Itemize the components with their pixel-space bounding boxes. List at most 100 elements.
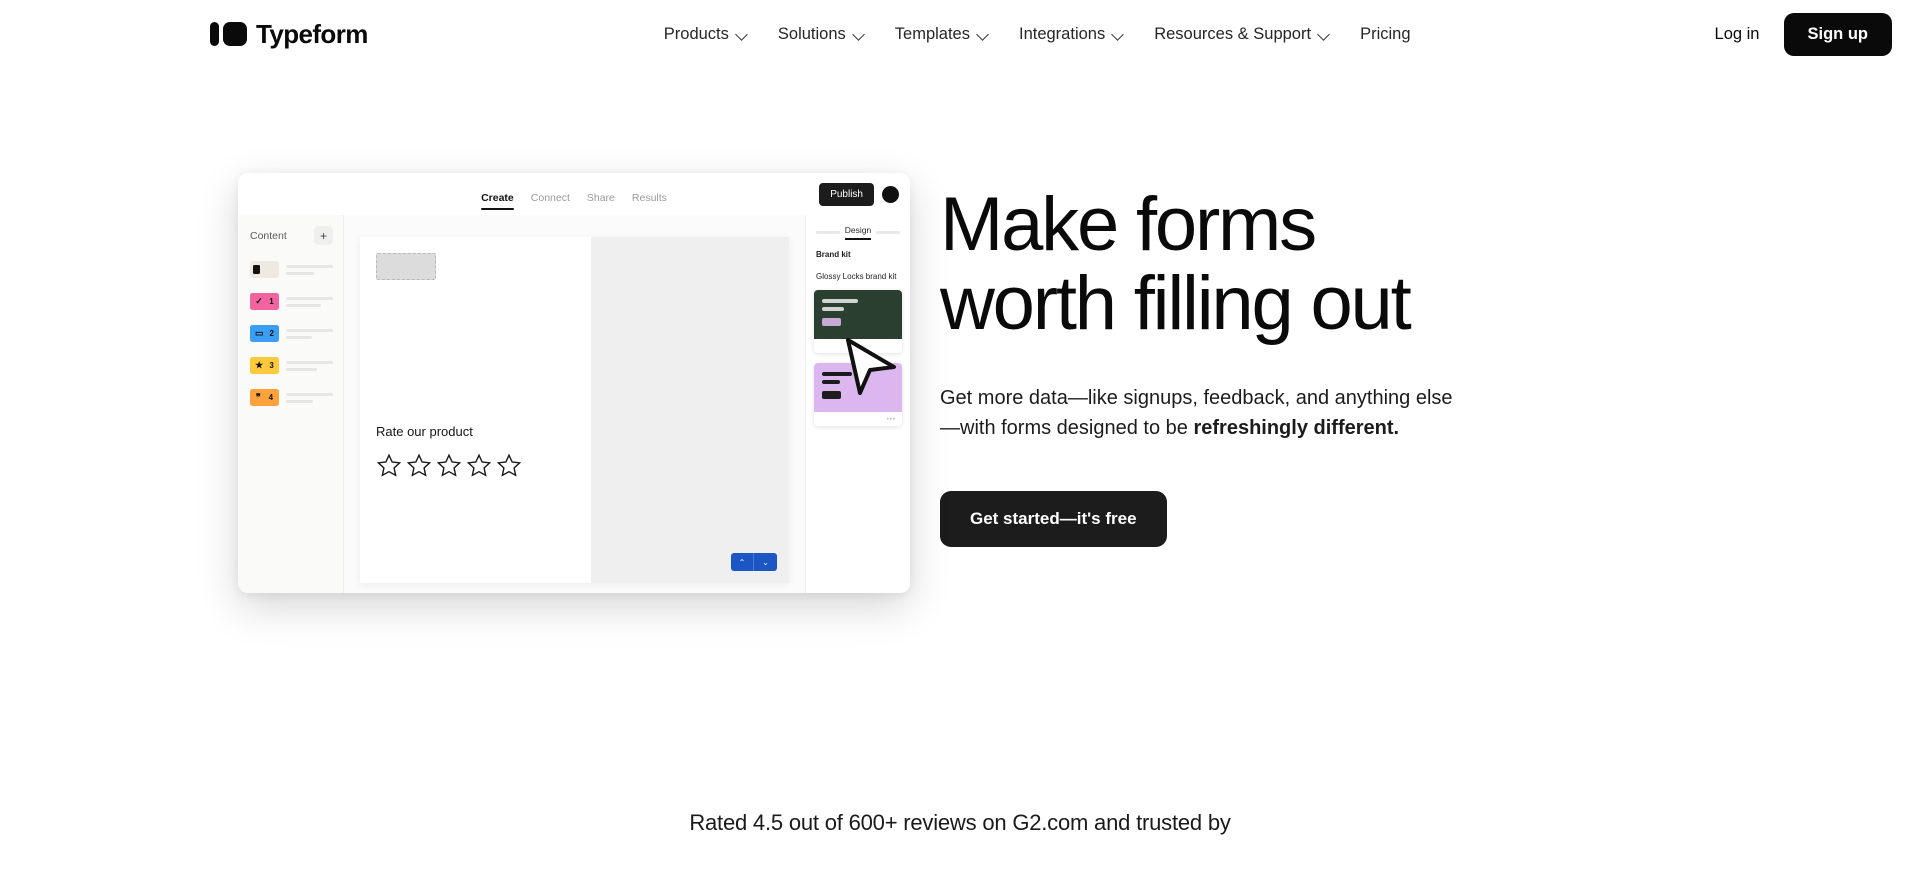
canvas-nav-arrows: ⌃ ⌄ — [731, 553, 777, 571]
mockup-tabs: Create Connect Share Results — [238, 173, 910, 215]
chevron-down-icon — [853, 28, 866, 41]
site-header: Typeform Products Solutions Templates In… — [0, 0, 1920, 68]
mockup-content-sidebar: Content + ✓ 1 ▭ 2 ★ 3 ❞ 4 — [238, 215, 344, 593]
star-icon: ★ — [255, 360, 264, 370]
form-preview-right: ⌃ ⌄ — [590, 237, 789, 583]
sidebar-header: Content + — [250, 226, 333, 245]
chevron-down-icon — [977, 28, 990, 41]
form-preview-left: Rate our product — [360, 237, 591, 583]
star-icon[interactable] — [406, 453, 432, 479]
chevron-down-icon — [1318, 28, 1331, 41]
design-tab[interactable]: Design — [844, 225, 872, 240]
brand-kit-name: Glossy Locks brand kit — [816, 272, 897, 281]
brand-kit-preview — [814, 290, 902, 339]
nav-item-solutions[interactable]: Solutions — [778, 25, 866, 44]
question-placeholder-lines — [286, 360, 333, 371]
hero-copy: Make forms worth filling out Get more da… — [940, 173, 1470, 548]
list-item[interactable]: ✓ 1 — [250, 293, 333, 310]
more-options-icon[interactable]: ••• — [887, 417, 896, 423]
mockup-body: Content + ✓ 1 ▭ 2 ★ 3 ❞ 4 Rate our produ… — [238, 215, 910, 593]
auth-actions: Log in Sign up — [1707, 12, 1892, 56]
log-in-link[interactable]: Log in — [1707, 19, 1768, 50]
question-number: 4 — [268, 393, 274, 402]
nav-item-resources-support[interactable]: Resources & Support — [1154, 25, 1331, 44]
star-icon[interactable] — [466, 453, 492, 479]
rating-question-block: Rate our product — [376, 424, 575, 479]
headline-line-2: worth filling out — [940, 261, 1412, 347]
star-icon[interactable] — [436, 453, 462, 479]
headline-line-1: Make forms — [940, 182, 1317, 267]
sidebar-title: Content — [250, 229, 287, 242]
question-number: 2 — [269, 329, 274, 338]
image-placeholder — [376, 253, 436, 280]
question-chip-3: ★ 3 — [250, 357, 279, 374]
mockup-toolbar-right: Publish — [819, 182, 899, 206]
list-item[interactable]: ❞ 4 — [250, 389, 333, 406]
question-number: 3 — [269, 361, 274, 370]
question-placeholder-lines — [286, 328, 333, 339]
question-thumbnail — [250, 261, 279, 278]
brand-logo[interactable]: Typeform — [210, 19, 368, 50]
brand-kit-section-title: Brand kit — [816, 250, 851, 259]
nav-label: Templates — [894, 24, 970, 43]
publish-button[interactable]: Publish — [819, 182, 874, 206]
nav-item-pricing[interactable]: Pricing — [1360, 25, 1410, 44]
nav-label: Integrations — [1018, 24, 1106, 43]
mockup-tab-results[interactable]: Results — [632, 192, 667, 210]
page-title: Make forms worth filling out — [940, 185, 1470, 343]
design-tab-row: Design — [814, 225, 902, 240]
brand-kit-card-lavender[interactable]: ••• — [814, 363, 902, 426]
avatar[interactable] — [882, 185, 899, 203]
nav-item-integrations[interactable]: Integrations — [1019, 25, 1125, 44]
subtitle-bold: refreshingly different. — [1193, 417, 1400, 440]
product-mockup-container: Create Connect Share Results Publish Con… — [0, 173, 940, 593]
question-label: Rate our product — [376, 424, 473, 439]
typeform-editor-mockup: Create Connect Share Results Publish Con… — [238, 173, 910, 593]
brand-kit-footer — [814, 339, 902, 353]
get-started-button[interactable]: Get started—it's free — [940, 491, 1167, 548]
star-icon[interactable] — [376, 453, 402, 479]
question-chip-2: ▭ 2 — [250, 325, 279, 342]
list-item[interactable]: ▭ 2 — [250, 325, 333, 342]
question-placeholder-lines — [286, 296, 333, 307]
question-placeholder-lines — [286, 392, 333, 403]
brand-kit-card-dark[interactable] — [814, 290, 902, 353]
nav-label: Solutions — [777, 24, 846, 43]
nav-item-products[interactable]: Products — [664, 25, 749, 44]
nav-down-button[interactable]: ⌄ — [754, 553, 777, 571]
form-preview-card: Rate our product ⌃ ⌄ — [360, 237, 789, 583]
nav-label: Products — [663, 24, 729, 43]
list-item[interactable]: ★ 3 — [250, 357, 333, 374]
question-number: 1 — [269, 297, 274, 306]
list-item[interactable] — [250, 261, 333, 278]
star-rating[interactable] — [376, 453, 575, 479]
mockup-canvas: Rate our product ⌃ ⌄ — [344, 215, 805, 593]
hero-subtitle: Get more data—like signups, feedback, an… — [940, 383, 1470, 443]
check-icon: ✓ — [255, 296, 263, 306]
brand-kit-preview — [814, 363, 902, 412]
nav-item-templates[interactable]: Templates — [895, 25, 990, 44]
nav-up-button[interactable]: ⌃ — [731, 553, 754, 571]
add-question-button[interactable]: + — [314, 226, 333, 245]
nav-label: Resources & Support — [1154, 24, 1312, 43]
mockup-tab-connect[interactable]: Connect — [531, 192, 570, 210]
chevron-down-icon — [736, 28, 749, 41]
star-icon[interactable] — [496, 453, 522, 479]
mockup-design-panel: Design Brand kit Glossy Locks brand kit — [805, 215, 910, 593]
divider — [815, 230, 840, 234]
sign-up-button[interactable]: Sign up — [1783, 12, 1892, 56]
question-chip-1: ✓ 1 — [250, 293, 279, 310]
question-chip-4: ❞ 4 — [250, 389, 279, 406]
divider — [876, 230, 901, 234]
hero-section: Create Connect Share Results Publish Con… — [0, 68, 1920, 593]
rating-strip: Rated 4.5 out of 600+ reviews on G2.com … — [689, 810, 1231, 835]
nav-label: Pricing — [1360, 24, 1411, 43]
question-placeholder-lines — [286, 264, 333, 275]
field-icon: ▭ — [255, 328, 264, 338]
brand-name: Typeform — [256, 18, 368, 49]
chevron-down-icon — [1112, 28, 1125, 41]
mockup-tab-create[interactable]: Create — [481, 192, 514, 210]
brand-kit-footer: ••• — [814, 412, 902, 426]
mockup-tab-share[interactable]: Share — [587, 192, 615, 210]
main-navigation: Products Solutions Templates Integration… — [368, 25, 1707, 44]
